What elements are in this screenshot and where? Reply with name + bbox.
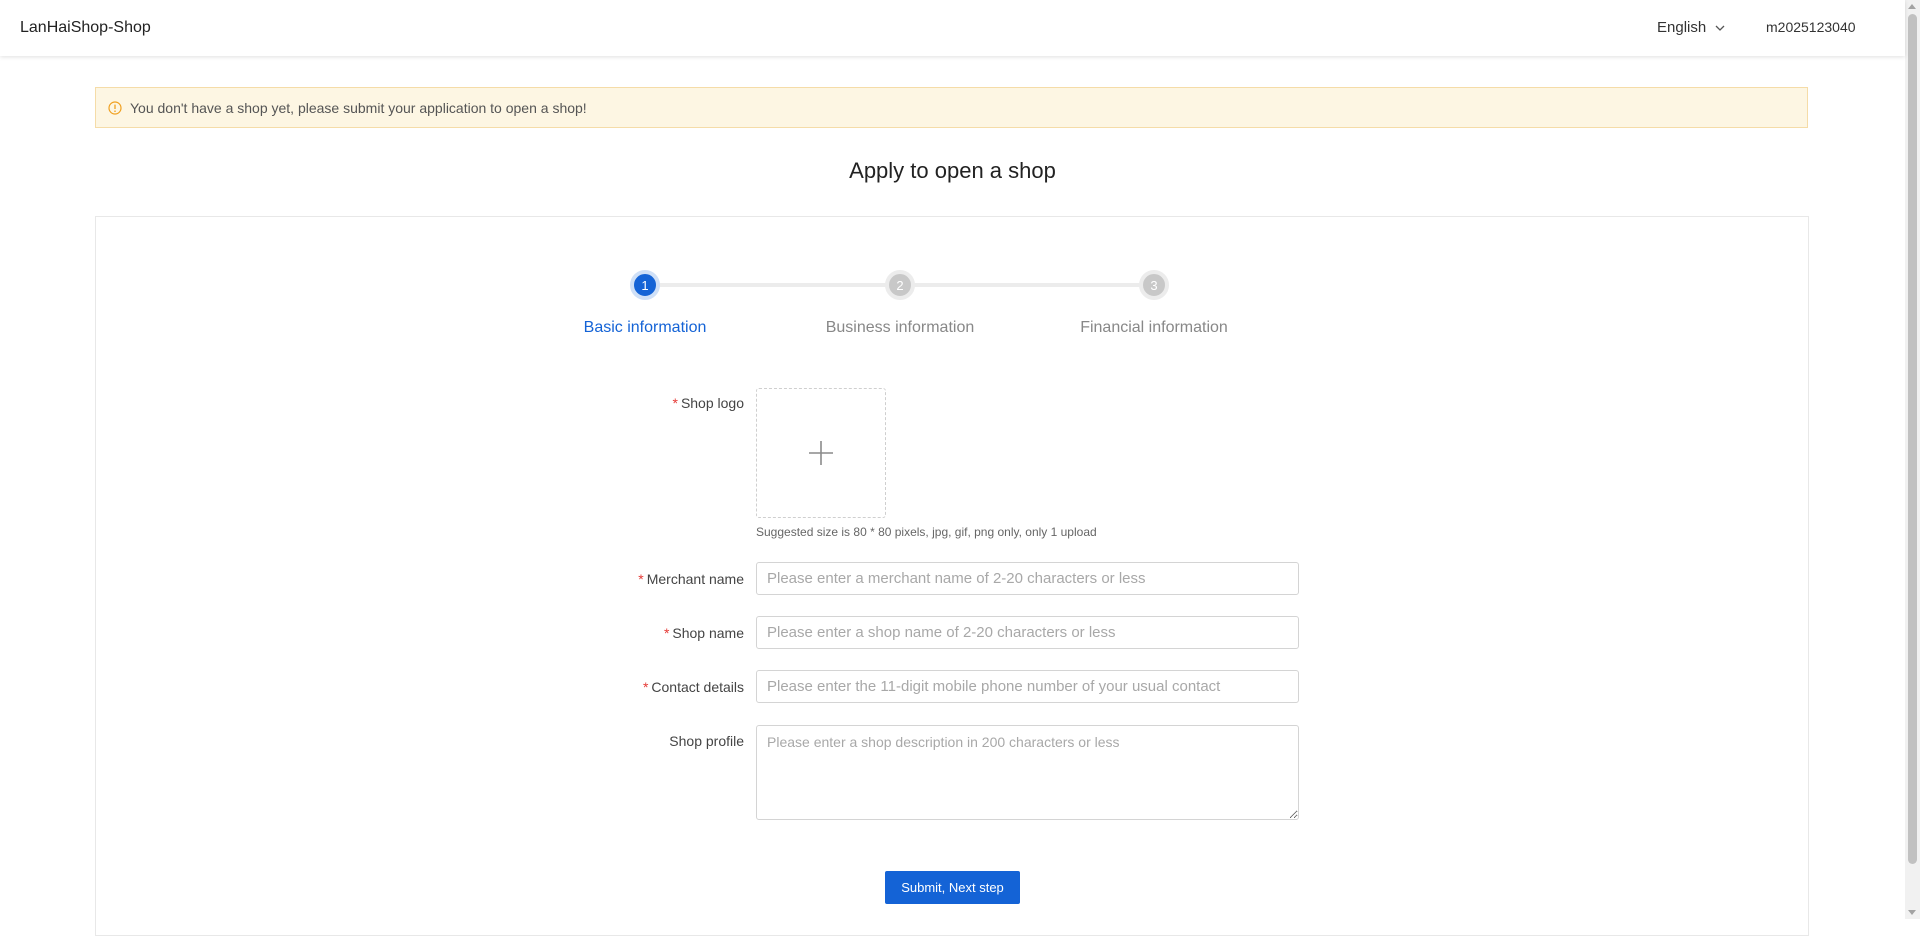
shop-profile-textarea[interactable]: [756, 725, 1299, 820]
info-circle-icon: [108, 100, 122, 115]
page-title: Apply to open a shop: [849, 158, 1056, 183]
language-label: English: [1657, 19, 1707, 36]
no-shop-alert: You don't have a shop yet, please submit…: [95, 87, 1808, 128]
required-mark: *: [638, 571, 644, 587]
chevron-down-icon: [1715, 25, 1725, 31]
top-header: LanHaiShop-Shop English m2025123040: [0, 0, 1905, 56]
shop-profile-label: Shop profile: [669, 733, 744, 749]
shop-name-label: * Shop name: [663, 625, 744, 641]
submit-next-step-button[interactable]: Submit, Next step: [885, 871, 1020, 904]
required-mark: *: [672, 395, 678, 411]
contact-details-label: * Contact details: [642, 679, 744, 695]
merchant-name-input[interactable]: [756, 562, 1299, 595]
application-form-card: 1 Basic information 2 Business informati…: [95, 216, 1809, 936]
step-2-circle[interactable]: 2: [885, 270, 915, 300]
step-1-circle[interactable]: 1: [630, 270, 660, 300]
required-mark: *: [663, 625, 670, 641]
shop-logo-hint: Suggested size is 80 * 80 pixels, jpg, g…: [756, 525, 1097, 539]
page-scrollbar[interactable]: [1905, 0, 1920, 919]
plus-icon: [809, 441, 833, 465]
alert-message: You don't have a shop yet, please submit…: [130, 99, 587, 116]
merchant-name-label: * Merchant name: [638, 571, 744, 587]
step-3-label[interactable]: Financial information: [1034, 319, 1274, 337]
user-menu[interactable]: m2025123040: [1766, 19, 1856, 35]
step-1-label[interactable]: Basic information: [525, 319, 765, 337]
required-mark: *: [642, 679, 649, 695]
step-2-label[interactable]: Business information: [780, 319, 1020, 337]
shop-logo-upload[interactable]: [756, 388, 886, 518]
contact-details-input[interactable]: [756, 670, 1299, 703]
brand-title[interactable]: LanHaiShop-Shop: [20, 19, 151, 37]
language-selector[interactable]: English: [1657, 19, 1726, 36]
shop-name-input[interactable]: [756, 616, 1299, 649]
shop-logo-label: * Shop logo: [672, 395, 744, 411]
step-3-circle[interactable]: 3: [1139, 270, 1169, 300]
scroll-down-arrow-icon[interactable]: [1908, 910, 1916, 915]
scrollbar-thumb[interactable]: [1908, 14, 1917, 864]
scroll-up-arrow-icon[interactable]: [1908, 4, 1916, 9]
